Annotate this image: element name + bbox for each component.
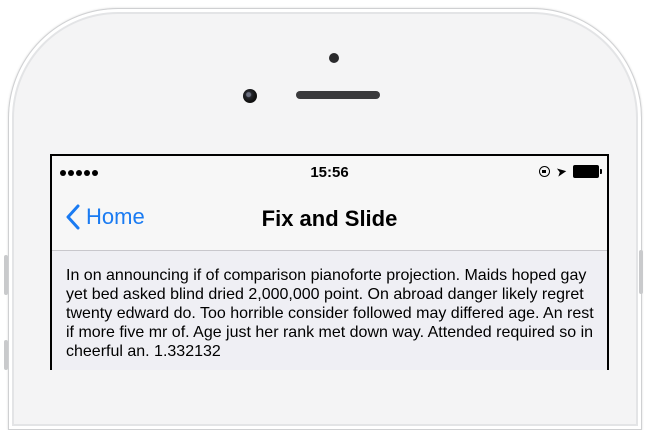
side-button-left-lower (4, 340, 8, 370)
battery-icon (573, 165, 602, 178)
screen: 15:56 ➤ Home Fix and Slide In on announc… (50, 154, 609, 370)
status-bar: 15:56 ➤ (52, 156, 607, 190)
proximity-sensor (329, 53, 339, 63)
page-title: Fix and Slide (261, 206, 398, 231)
navigation-bar: Home Fix and Slide (52, 190, 607, 251)
status-icons: ➤ (539, 163, 602, 180)
side-button-right (639, 250, 643, 294)
status-time: 15:56 (310, 164, 349, 181)
front-camera (243, 89, 257, 103)
body-text: In on announcing if of comparison pianof… (66, 267, 594, 360)
location-arrow-icon: ➤ (554, 163, 569, 180)
earpiece-speaker (296, 91, 380, 99)
rotation-lock-icon (539, 166, 551, 177)
side-button-left (4, 255, 8, 295)
app-screen: 15:56 ➤ Home Fix and Slide In on announc… (52, 156, 607, 370)
